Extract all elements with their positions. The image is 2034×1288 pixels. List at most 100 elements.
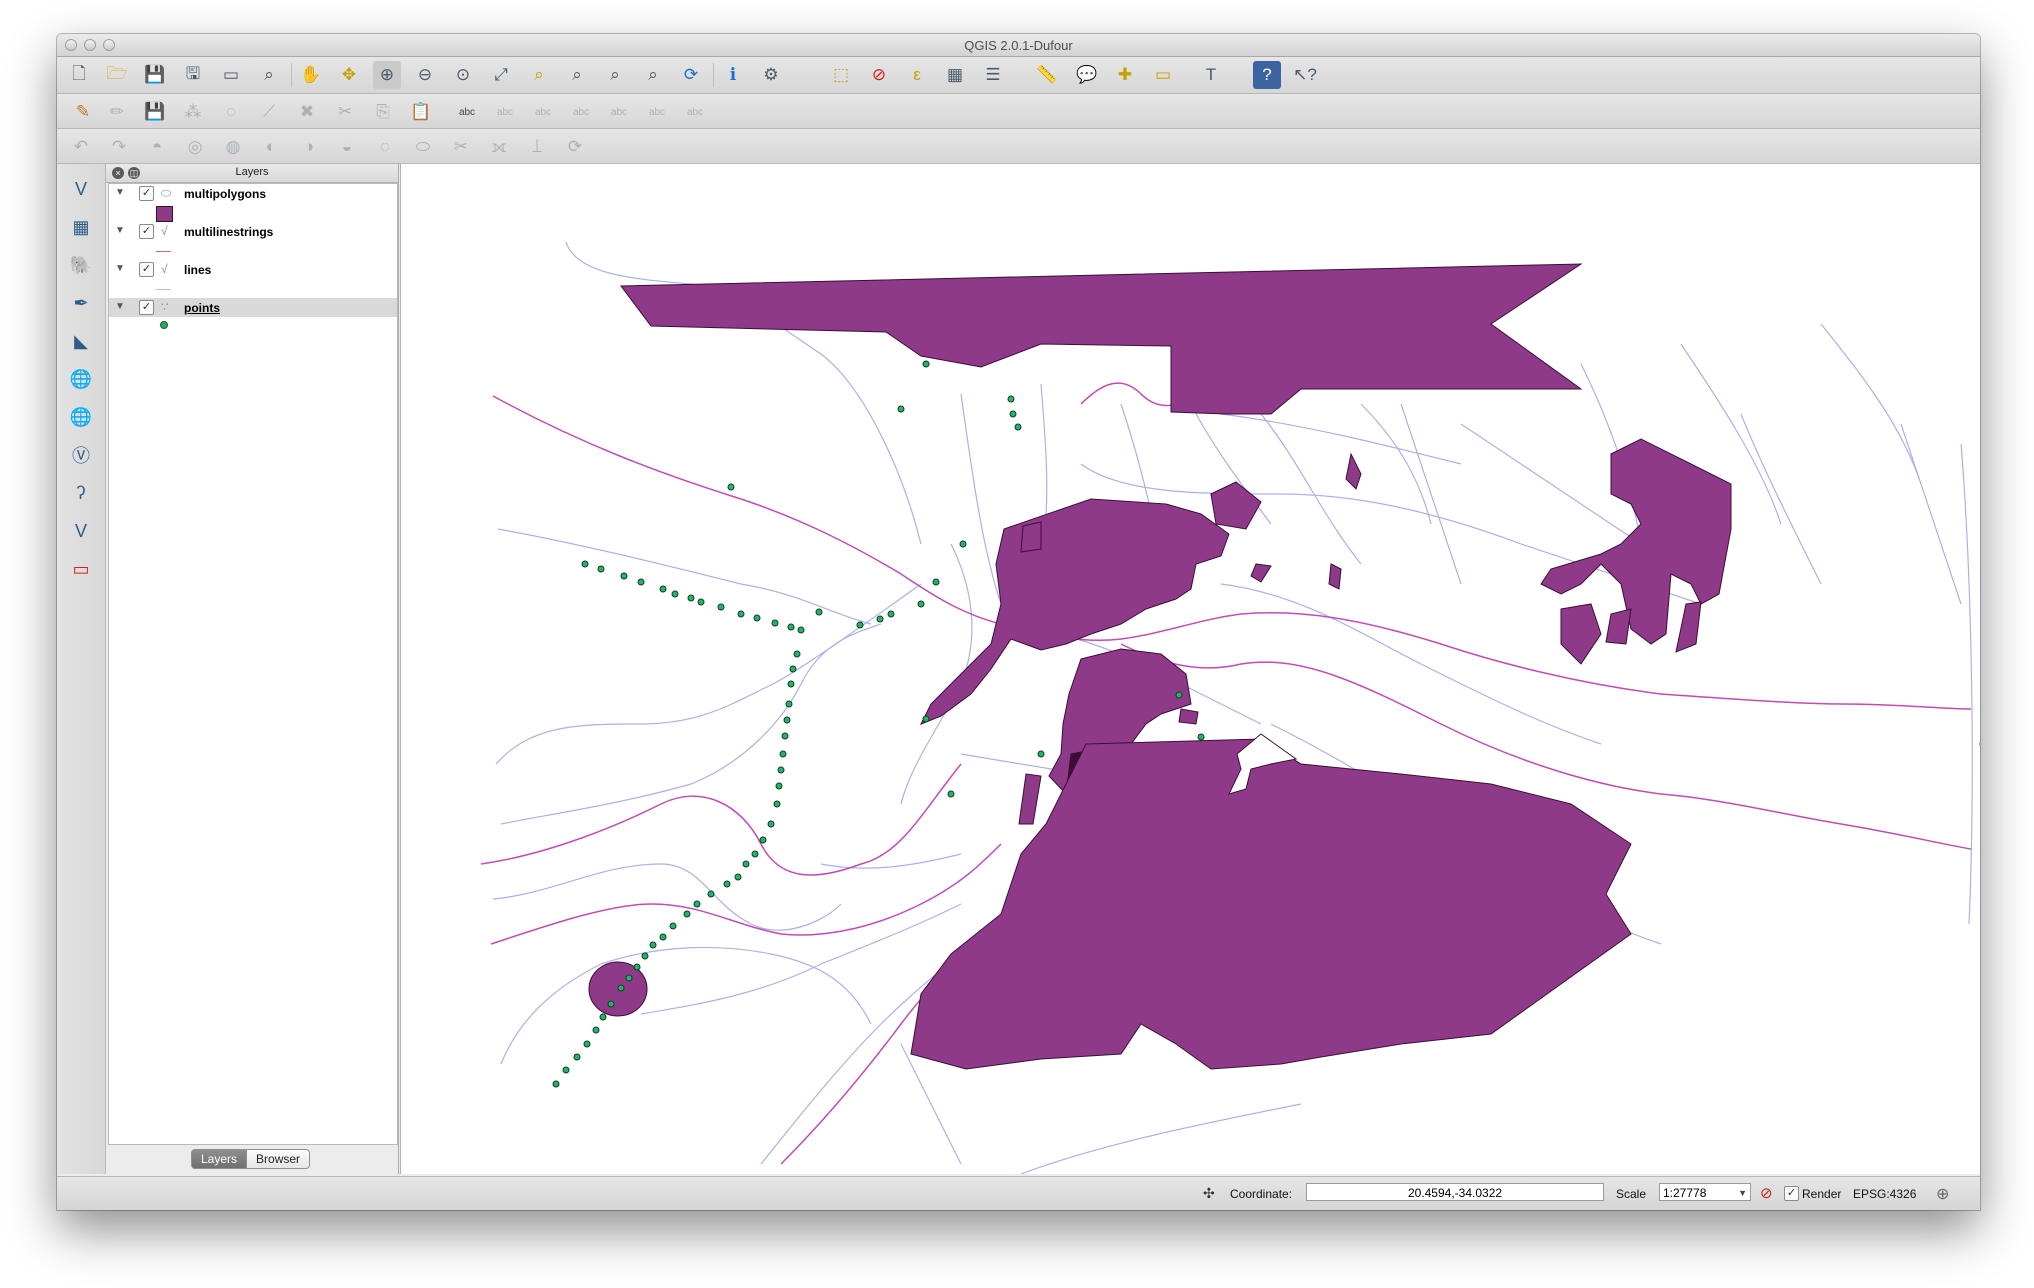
new-project-icon[interactable]: 🗋	[65, 61, 93, 89]
stop-render-icon[interactable]: ⊘	[1760, 1184, 1773, 1202]
label-icon[interactable]: abc	[453, 98, 481, 126]
simplify-feature-icon[interactable]: ◓	[143, 133, 171, 161]
save-project-icon[interactable]: 💾	[141, 61, 169, 89]
add-postgis-layer-icon[interactable]: 🐘	[66, 250, 96, 280]
tab-browser[interactable]: Browser	[247, 1149, 311, 1169]
attribute-table-icon[interactable]: ▦	[941, 61, 969, 89]
deselect-icon[interactable]: ⊘	[865, 61, 893, 89]
new-shapefile-icon[interactable]: V	[66, 516, 96, 546]
manage-layers-toolbar: V ▦ 🐘 ✒ ◣ 🌐 🌐 Ⓥ ʔ V ▭	[57, 164, 106, 1174]
change-label-icon[interactable]: abc	[643, 98, 671, 126]
save-edits-icon[interactable]: 💾	[141, 98, 169, 126]
digitizing-toolbar: ✎ ✏ 💾 ⁂ ◌ ⟋ ✖ ✂ ⎘ 📋 abc abc abc abc abc …	[57, 94, 1980, 129]
composer-manager-icon[interactable]: ⌕	[255, 61, 283, 89]
add-wfs-layer-icon[interactable]: Ⓥ	[66, 440, 96, 470]
layer-name: multilinestrings	[184, 225, 274, 239]
layer-visibility-checkbox[interactable]: ✓	[139, 300, 154, 315]
new-print-composer-icon[interactable]: ▭	[217, 61, 245, 89]
zoom-full-icon[interactable]: ⤢	[487, 61, 515, 89]
identify-icon[interactable]: ℹ	[719, 61, 747, 89]
copy-features-icon[interactable]: ⎘	[369, 98, 397, 126]
zoom-to-selection-icon[interactable]: ⌕	[525, 61, 553, 89]
coordinate-field[interactable]: 20.4594,-34.0322	[1306, 1183, 1604, 1201]
render-checkbox[interactable]: ✓	[1784, 1186, 1799, 1201]
actions-icon[interactable]: ⚙	[757, 61, 785, 89]
expand-arrow-icon[interactable]: ▼	[115, 301, 125, 312]
move-label-icon[interactable]: abc	[567, 98, 595, 126]
reshape-features-icon[interactable]: ◌	[371, 133, 399, 161]
zoom-next-icon[interactable]: ⌕	[639, 61, 667, 89]
toggle-editing-icon[interactable]: ✎	[69, 98, 97, 126]
expand-arrow-icon[interactable]: ▼	[115, 225, 125, 236]
offset-curve-icon[interactable]: ⬭	[409, 133, 437, 161]
add-part-icon[interactable]: ◍	[219, 133, 247, 161]
cut-features-icon[interactable]: ✂	[331, 98, 359, 126]
add-vector-layer-icon[interactable]: V	[66, 174, 96, 204]
whats-this-icon[interactable]: ↖?	[1291, 61, 1319, 89]
layer-visibility-checkbox[interactable]: ✓	[139, 224, 154, 239]
show-bookmarks-icon[interactable]: ▭	[1149, 61, 1177, 89]
add-delimited-text-icon[interactable]: ʔ	[66, 478, 96, 508]
current-edits-icon[interactable]: ✏	[103, 98, 131, 126]
help-icon[interactable]: ?	[1253, 61, 1281, 89]
select-icon[interactable]: ⬚	[827, 61, 855, 89]
open-project-icon[interactable]: 🗁	[103, 61, 131, 89]
zoom-last-icon[interactable]: ⌕	[601, 61, 629, 89]
map-tips-icon[interactable]: 💬	[1073, 61, 1101, 89]
paste-features-icon[interactable]: 📋	[407, 98, 435, 126]
remove-layer-icon[interactable]: ▭	[66, 554, 96, 584]
coordinate-toggle-icon[interactable]: ✣	[1203, 1185, 1215, 1202]
messages-icon[interactable]: ⊕	[1936, 1184, 1949, 1204]
zoom-to-layer-icon[interactable]: ⌕	[563, 61, 591, 89]
text-annotation-icon[interactable]: T	[1197, 61, 1225, 89]
layer-row-multipolygons[interactable]: ▼ ✓ ⬭ multipolygons	[109, 184, 397, 203]
line-layer-icon: √	[161, 262, 168, 276]
undo-icon[interactable]: ↶	[67, 133, 95, 161]
fill-ring-icon[interactable]: ◐	[257, 133, 285, 161]
pan-icon[interactable]: ✋	[297, 61, 325, 89]
rotate-point-symbols-icon[interactable]: ⟳	[561, 133, 589, 161]
expand-arrow-icon[interactable]: ▼	[115, 187, 125, 198]
label-properties-icon[interactable]: abc	[681, 98, 709, 126]
tab-layers[interactable]: Layers	[191, 1149, 248, 1169]
qgis-window: QGIS 2.0.1-Dufour 🗋 🗁 💾 🖫 ▭ ⌕ ✋ ✥ ⊕ ⊖ ⊙ …	[57, 34, 1980, 1210]
add-wms-layer-icon[interactable]: 🌐	[66, 364, 96, 394]
merge-features-icon[interactable]: ⟗	[485, 133, 513, 161]
save-as-icon[interactable]: 🖫	[179, 61, 207, 89]
layer-row-multilinestrings[interactable]: ▼ ✓ √ multilinestrings	[109, 222, 397, 241]
zoom-out-icon[interactable]: ⊖	[411, 61, 439, 89]
add-feature-icon[interactable]: ⁂	[179, 98, 207, 126]
delete-part-icon[interactable]: ◒	[333, 133, 361, 161]
select-by-expression-icon[interactable]: ε	[903, 61, 931, 89]
add-raster-layer-icon[interactable]: ▦	[66, 212, 96, 242]
scale-combobox[interactable]: 1:27778 ▼	[1659, 1183, 1751, 1201]
new-bookmark-icon[interactable]: ✚	[1111, 61, 1139, 89]
split-features-icon[interactable]: ✂	[447, 133, 475, 161]
map-canvas[interactable]	[400, 164, 1980, 1175]
add-wcs-layer-icon[interactable]: 🌐	[66, 402, 96, 432]
pan-to-selection-icon[interactable]: ✥	[335, 61, 363, 89]
refresh-icon[interactable]: ⟳	[677, 61, 705, 89]
add-spatialite-layer-icon[interactable]: ✒	[66, 288, 96, 318]
layer-visibility-checkbox[interactable]: ✓	[139, 186, 154, 201]
pin-labels-icon[interactable]: abc	[491, 98, 519, 126]
rotate-label-icon[interactable]: abc	[605, 98, 633, 126]
add-mssql-layer-icon[interactable]: ◣	[66, 326, 96, 356]
redo-icon[interactable]: ↷	[105, 133, 133, 161]
delete-ring-icon[interactable]: ◑	[295, 133, 323, 161]
delete-selected-icon[interactable]: ✖	[293, 98, 321, 126]
node-tool-icon[interactable]: ⟋	[255, 98, 283, 126]
show-hide-labels-icon[interactable]: abc	[529, 98, 557, 126]
merge-attributes-icon[interactable]: ⟘	[523, 133, 551, 161]
layer-row-points[interactable]: ▼ ✓ ∵ points	[109, 298, 397, 317]
field-calculator-icon[interactable]: ☰	[979, 61, 1007, 89]
expand-arrow-icon[interactable]: ▼	[115, 263, 125, 274]
move-feature-icon[interactable]: ◌	[217, 98, 245, 126]
zoom-actual-icon[interactable]: ⊙	[449, 61, 477, 89]
crs-status[interactable]: EPSG:4326	[1853, 1187, 1916, 1201]
layer-visibility-checkbox[interactable]: ✓	[139, 262, 154, 277]
zoom-in-icon[interactable]: ⊕	[373, 61, 401, 89]
measure-icon[interactable]: 📏	[1033, 61, 1061, 89]
add-ring-icon[interactable]: ◎	[181, 133, 209, 161]
layer-row-lines[interactable]: ▼ ✓ √ lines	[109, 260, 397, 279]
